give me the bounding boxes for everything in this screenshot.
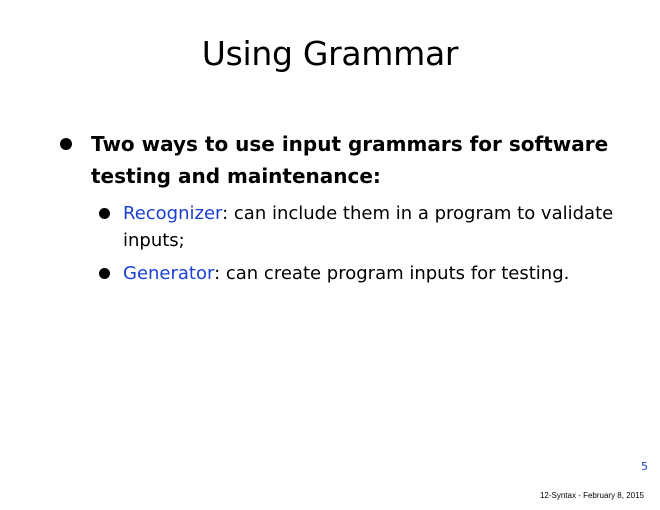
sub-bullet-dot-icon [99,208,110,219]
slide-title: Using Grammar [201,34,459,73]
sub-bullet-generator: Generator: can create program inputs for… [56,260,616,287]
term-recognizer: Recognizer [123,203,223,224]
sub-bullet-list: Recognizer: can include them in a progra… [56,200,616,287]
term-generator: Generator [123,263,215,284]
sub-bullet-recognizer: Recognizer: can include them in a progra… [56,200,616,254]
bullet-list: Two ways to use input grammars for softw… [56,128,616,293]
sub-bullet-text: : can create program inputs for testing. [214,263,570,284]
slide-footer: 12-Syntax - February 8, 2015 [539,491,644,500]
bullet-item: Two ways to use input grammars for softw… [56,128,616,192]
sub-bullet-dot-icon [99,268,110,279]
bullet-text: Two ways to use input grammars for softw… [91,132,609,188]
bullet-dot-icon [60,138,72,150]
page-number: 5 [641,460,648,473]
